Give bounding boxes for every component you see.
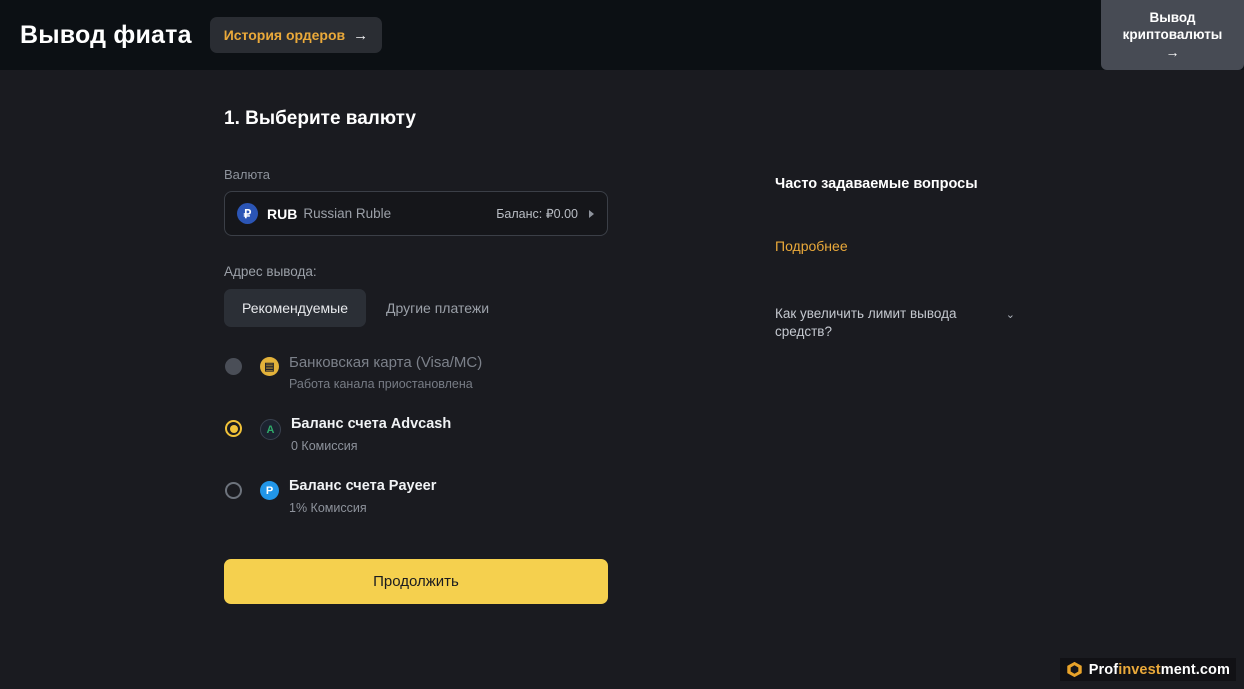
balance-value: ₽0.00 — [545, 207, 578, 221]
orders-history-label: История ордеров — [223, 27, 346, 43]
payment-option-title: Баланс счета Payeer — [289, 478, 437, 494]
payment-options-list: ▤ Банковская карта (Visa/MC) Работа кана… — [224, 353, 1244, 515]
watermark-part2: invest — [1118, 661, 1161, 678]
page-title: Вывод фиата — [20, 20, 192, 49]
radio-bank-card[interactable] — [225, 358, 242, 375]
balance-label: Баланс: — [496, 207, 543, 221]
withdraw-address-label: Адрес вывода: — [224, 264, 317, 279]
faq-panel: Часто задаваемые вопросы Подробнее Как у… — [775, 176, 1015, 341]
watermark-part3: ment.com — [1160, 661, 1230, 678]
faq-item[interactable]: Как увеличить лимит вывода средств? ⌄ — [775, 305, 1015, 341]
faq-question: Как увеличить лимит вывода средств? — [775, 306, 957, 339]
tab-other-payments[interactable]: Другие платежи — [368, 289, 507, 327]
main-content: 1. Выберите валюту Валюта ₽ RUB Russian … — [0, 70, 1244, 604]
currency-code: RUB — [267, 205, 298, 222]
currency-balance: Баланс: ₽0.00 — [496, 206, 578, 221]
faq-more-link[interactable]: Подробнее — [775, 238, 848, 254]
address-tabs: Рекомендуемые Другие платежи — [224, 289, 1244, 327]
chevron-down-icon: ⌄ — [1005, 309, 1015, 321]
payment-option-title: Баланс счета Advcash — [291, 416, 452, 432]
crypto-withdraw-button[interactable]: Вывод криптовалюты → — [1101, 0, 1244, 70]
payeer-icon: P — [260, 481, 279, 500]
payment-option-text: Баланс счета Advcash 0 Комиссия — [291, 415, 451, 453]
payment-option-advcash[interactable]: A Баланс счета Advcash 0 Комиссия — [224, 415, 1244, 453]
payment-option-text: Баланс счета Payeer 1% Комиссия — [289, 477, 436, 515]
bank-card-icon: ▤ — [260, 357, 279, 376]
continue-button[interactable]: Продолжить — [224, 559, 608, 604]
orders-history-button[interactable]: История ордеров → — [209, 17, 383, 53]
profinvestment-logo-icon — [1067, 661, 1082, 678]
app-header: Вывод фиата История ордеров → Вывод крип… — [0, 0, 1244, 70]
chevron-right-icon — [589, 209, 594, 218]
currency-field-label: Валюта — [224, 167, 270, 182]
crypto-withdraw-label-line2: криптовалюты — [1122, 27, 1223, 42]
watermark-part1: Prof — [1088, 661, 1119, 678]
arrow-right-icon: → — [353, 26, 369, 44]
advcash-icon: A — [260, 419, 281, 440]
faq-title: Часто задаваемые вопросы — [775, 176, 978, 192]
currency-select[interactable]: ₽ RUB Russian Ruble Баланс: ₽0.00 — [224, 191, 608, 236]
watermark-text: Profinvestment.com — [1089, 662, 1230, 678]
radio-advcash[interactable] — [225, 420, 242, 437]
currency-name: Russian Ruble — [303, 206, 392, 221]
payment-option-payeer[interactable]: P Баланс счета Payeer 1% Комиссия — [224, 477, 1244, 515]
ruble-coin-icon: ₽ — [237, 203, 258, 224]
payment-option-subtitle: 0 Комиссия — [291, 439, 358, 453]
arrow-right-icon: → — [1165, 44, 1180, 60]
payment-option-text: Банковская карта (Visa/MC) Работа канала… — [289, 353, 482, 391]
payment-option-title: Банковская карта (Visa/MC) — [289, 354, 483, 371]
payment-option-subtitle: 1% Комиссия — [289, 501, 367, 515]
tab-recommended[interactable]: Рекомендуемые — [224, 289, 366, 327]
step-title: 1. Выберите валюту — [224, 108, 416, 129]
radio-payeer[interactable] — [225, 482, 242, 499]
watermark: Profinvestment.com — [1059, 658, 1236, 681]
crypto-withdraw-label-line1: Вывод — [1149, 10, 1196, 25]
payment-option-subtitle: Работа канала приостановлена — [289, 377, 473, 391]
payment-option-bank-card[interactable]: ▤ Банковская карта (Visa/MC) Работа кана… — [224, 353, 1244, 391]
